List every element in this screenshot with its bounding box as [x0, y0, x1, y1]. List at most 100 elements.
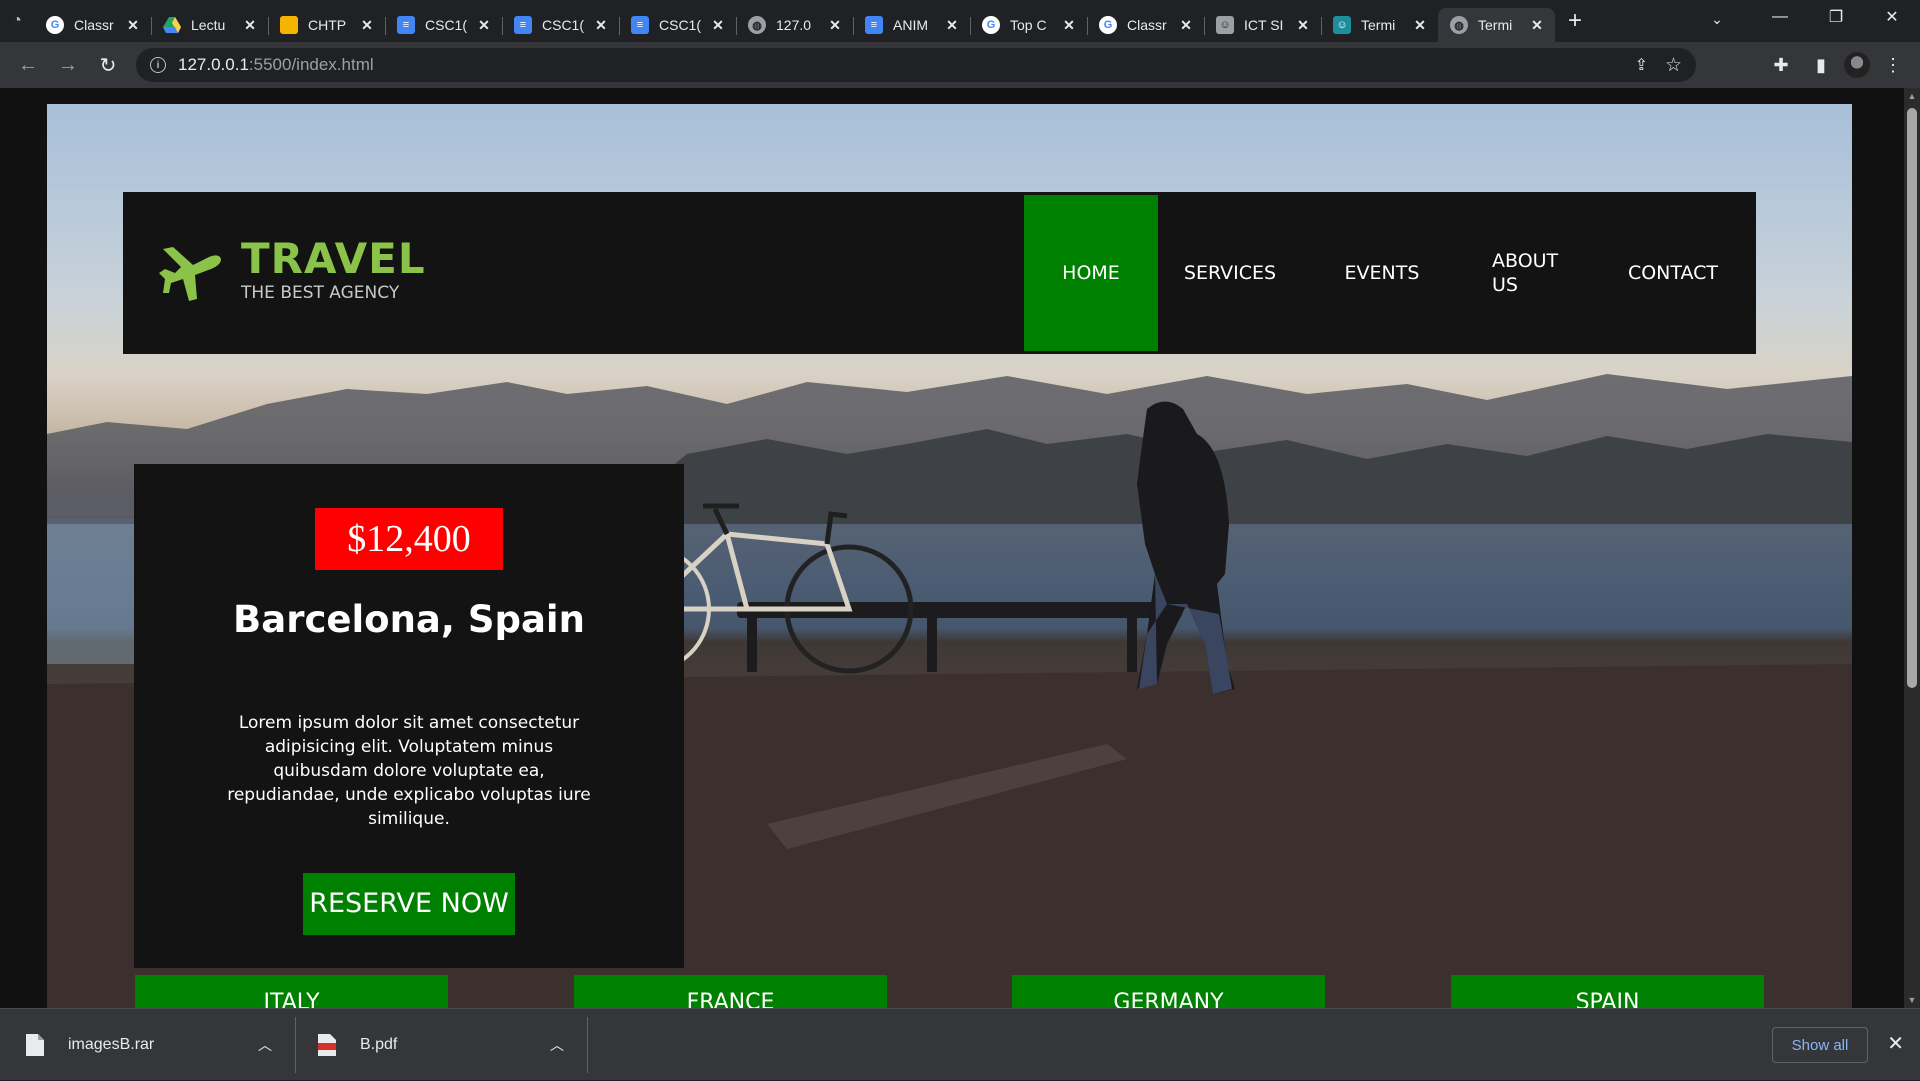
browser-tab[interactable]: ≡ CSC1( ✕ — [502, 8, 619, 42]
browser-tab[interactable]: ≡ ANIM ✕ — [853, 8, 970, 42]
bookmark-star-icon[interactable]: ☆ — [1665, 54, 1682, 77]
reserve-now-button[interactable]: RESERVE NOW — [303, 873, 515, 935]
tab-title: ANIM — [893, 17, 928, 33]
nav-services[interactable]: SERVICES — [1158, 195, 1302, 351]
docs-icon: ≡ — [514, 16, 532, 34]
scroll-up-arrow-icon[interactable]: ▲ — [1904, 88, 1920, 104]
browser-toolbar: ← → ↻ i 127.0.0.1:5500/index.html ⇪ ☆ ✚ … — [0, 42, 1920, 88]
menu-kebab-icon[interactable]: ⋮ — [1876, 48, 1910, 82]
browser-tab[interactable]: ☺ Termi ✕ — [1321, 8, 1438, 42]
tab-title: Termi — [1478, 17, 1513, 33]
close-tab-icon[interactable]: ✕ — [710, 17, 726, 34]
chevron-up-icon[interactable]: ︿ — [258, 1035, 272, 1055]
extensions-puzzle-icon[interactable]: ✚ — [1764, 48, 1798, 82]
nav-contact[interactable]: CONTACT — [1590, 195, 1756, 351]
browser-tab[interactable]: ≡ CSC1( ✕ — [385, 8, 502, 42]
tab-strip: ◔ G Classr ✕ Lectu ✕ CHTP ✕ ≡ CSC1( ✕ ≡ … — [0, 0, 1920, 42]
url-path: :5500/index.html — [248, 55, 374, 74]
tab-search-icon[interactable]: ◔ — [0, 0, 34, 42]
tab-title: Top C — [1010, 17, 1047, 33]
download-item[interactable]: B.pdf ︿ — [318, 1009, 578, 1081]
browser-tab-active[interactable]: ◍ Termi ✕ — [1438, 8, 1555, 42]
browser-tab[interactable]: G Classr ✕ — [34, 8, 151, 42]
google-icon: G — [46, 16, 64, 34]
shelf-divider — [587, 1017, 588, 1073]
profile-avatar[interactable] — [1844, 52, 1870, 78]
close-tab-icon[interactable]: ✕ — [1412, 17, 1428, 34]
country-france-button[interactable]: FRANCE — [574, 975, 887, 1008]
close-tab-icon[interactable]: ✕ — [125, 17, 141, 34]
download-filename: B.pdf — [360, 1036, 398, 1053]
browser-tab[interactable]: ≡ CSC1( ✕ — [619, 8, 736, 42]
tab-title: ICT SI — [1244, 17, 1284, 33]
chevron-up-icon[interactable]: ︿ — [550, 1035, 564, 1055]
minimize-icon[interactable]: — — [1752, 0, 1808, 34]
browser-tab[interactable]: G Classr ✕ — [1087, 8, 1204, 42]
toolbar-actions: ✚ ▮ ⋮ — [1764, 42, 1910, 88]
close-tab-icon[interactable]: ✕ — [827, 17, 843, 34]
browser-tab[interactable]: Lectu ✕ — [151, 8, 268, 42]
close-shelf-icon[interactable]: ✕ — [1887, 1031, 1904, 1056]
forward-arrow-icon[interactable]: → — [48, 45, 88, 85]
tab-title: CSC1( — [542, 17, 585, 33]
nav-about-us[interactable]: ABOUT US — [1462, 195, 1590, 351]
browser-tab[interactable]: ◍ 127.0 ✕ — [736, 8, 853, 42]
close-tab-icon[interactable]: ✕ — [593, 17, 609, 34]
download-item[interactable]: imagesB.rar ︿ — [26, 1009, 286, 1081]
reload-icon[interactable]: ↻ — [88, 45, 128, 85]
new-tab-plus-icon[interactable]: + — [1555, 0, 1595, 42]
close-tab-icon[interactable]: ✕ — [1529, 17, 1545, 34]
back-arrow-icon[interactable]: ← — [8, 45, 48, 85]
nav-events[interactable]: EVENTS — [1302, 195, 1462, 351]
nav-home[interactable]: HOME — [1024, 195, 1158, 351]
close-tab-icon[interactable]: ✕ — [242, 17, 258, 34]
close-tab-icon[interactable]: ✕ — [1178, 17, 1194, 34]
tab-title: Termi — [1361, 17, 1396, 33]
close-tab-icon[interactable]: ✕ — [1295, 17, 1311, 34]
country-spain-button[interactable]: SPAIN — [1451, 975, 1764, 1008]
show-all-downloads-button[interactable]: Show all — [1772, 1027, 1868, 1063]
tab-title: CHTP — [308, 17, 347, 33]
scrollbar-thumb[interactable] — [1907, 108, 1917, 688]
main-nav: HOME SERVICES EVENTS ABOUT US CONTACT — [1024, 195, 1756, 351]
address-bar[interactable]: i 127.0.0.1:5500/index.html ⇪ ☆ — [136, 48, 1696, 82]
google-icon: G — [1099, 16, 1117, 34]
tab-title: CSC1( — [659, 17, 702, 33]
browser-tab[interactable]: ☺ ICT SI ✕ — [1204, 8, 1321, 42]
logo-text: TRAVEL THE BEST AGENCY — [241, 238, 426, 304]
close-tab-icon[interactable]: ✕ — [1061, 17, 1077, 34]
hero-background: TRAVEL THE BEST AGENCY HOME SERVICES EVE… — [47, 104, 1852, 1008]
site-info-icon[interactable]: i — [150, 57, 166, 73]
close-tab-icon[interactable]: ✕ — [944, 17, 960, 34]
page-scrollbar[interactable]: ▲ ▼ — [1904, 88, 1920, 1008]
share-icon[interactable]: ⇪ — [1635, 55, 1648, 75]
offer-card: $12,400 Barcelona, Spain Lorem ipsum dol… — [134, 464, 684, 968]
close-tab-icon[interactable]: ✕ — [359, 17, 375, 34]
country-germany-button[interactable]: GERMANY — [1012, 975, 1325, 1008]
close-tab-icon[interactable]: ✕ — [476, 17, 492, 34]
slides-icon — [280, 16, 298, 34]
file-icon — [26, 1034, 44, 1056]
download-filename: imagesB.rar — [68, 1036, 155, 1053]
browser-tab[interactable]: G Top C ✕ — [970, 8, 1087, 42]
restore-icon[interactable]: ❐ — [1808, 0, 1864, 34]
tab-title: Lectu — [191, 17, 226, 33]
tab-title: CSC1( — [425, 17, 468, 33]
tab-title: Classr — [1127, 17, 1167, 33]
site-header: TRAVEL THE BEST AGENCY HOME SERVICES EVE… — [123, 192, 1756, 354]
price-badge: $12,400 — [315, 508, 503, 570]
logo[interactable]: TRAVEL THE BEST AGENCY — [159, 238, 426, 304]
side-panel-icon[interactable]: ▮ — [1804, 48, 1838, 82]
nav-about-line2: US — [1492, 274, 1518, 296]
docs-icon: ≡ — [397, 16, 415, 34]
country-italy-button[interactable]: ITALY — [135, 975, 448, 1008]
close-window-icon[interactable]: ✕ — [1864, 0, 1920, 34]
browser-tab[interactable]: CHTP ✕ — [268, 8, 385, 42]
docs-icon: ≡ — [865, 16, 883, 34]
globe-icon: ◍ — [748, 16, 766, 34]
tab-search-chevron-icon[interactable]: ⌄ — [1702, 6, 1732, 32]
airplane-icon — [159, 247, 221, 301]
nav-about-line1: ABOUT — [1492, 250, 1559, 272]
destination-title: Barcelona, Spain — [233, 598, 585, 641]
scroll-down-arrow-icon[interactable]: ▼ — [1904, 992, 1920, 1008]
